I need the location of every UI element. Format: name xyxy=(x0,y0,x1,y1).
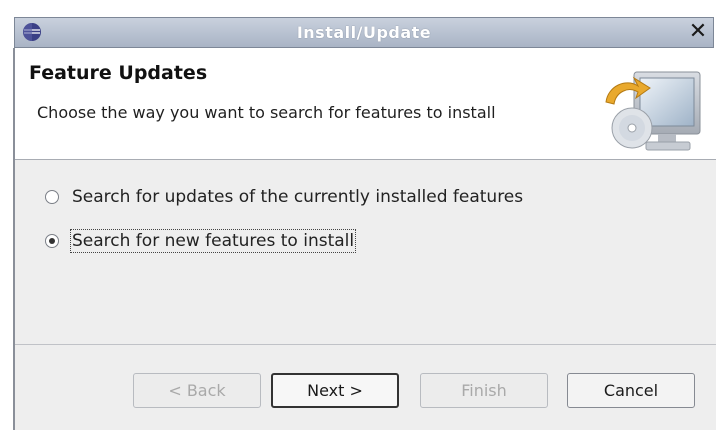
title-bar[interactable]: Install/Update ✕ xyxy=(14,17,714,48)
page-title: Feature Updates xyxy=(29,62,208,84)
finish-button[interactable]: Finish xyxy=(420,373,548,408)
window-title: Install/Update xyxy=(296,23,432,42)
option-label-search-new: Search for new features to install xyxy=(69,229,357,253)
wizard-header: Feature Updates Choose the way you want … xyxy=(15,48,716,160)
radio-search-new[interactable] xyxy=(45,234,59,248)
option-search-new[interactable]: Search for new features to install xyxy=(45,229,357,253)
button-bar-separator xyxy=(15,344,716,345)
option-search-updates[interactable]: Search for updates of the currently inst… xyxy=(45,187,523,207)
wizard-body: Search for updates of the currently inst… xyxy=(15,160,716,430)
install-update-dialog: Install/Update ✕ Feature Updates Choose … xyxy=(0,0,716,430)
next-button[interactable]: Next > xyxy=(271,373,399,408)
back-button[interactable]: < Back xyxy=(133,373,261,408)
page-description: Choose the way you want to search for fe… xyxy=(37,103,496,122)
close-icon[interactable]: ✕ xyxy=(687,21,709,43)
radio-search-updates[interactable] xyxy=(45,190,59,204)
option-label-search-updates: Search for updates of the currently inst… xyxy=(72,187,524,207)
install-update-graphic xyxy=(605,71,701,151)
cancel-button[interactable]: Cancel xyxy=(567,373,695,408)
